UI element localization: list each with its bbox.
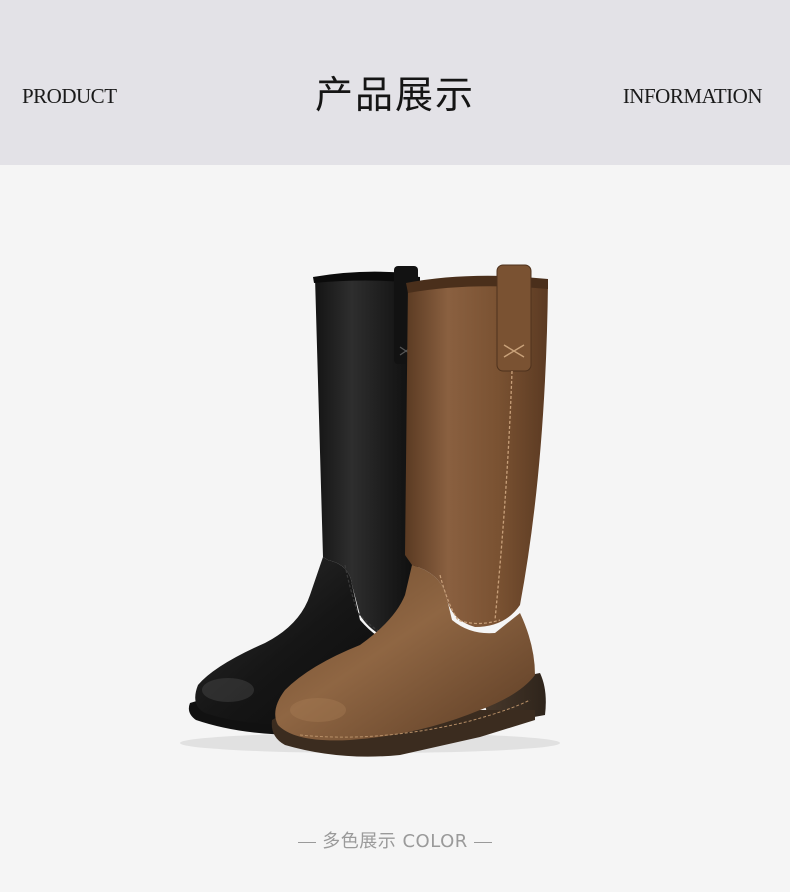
brown-boot-pull-tab <box>496 264 532 372</box>
caption-text: 多色展示 COLOR <box>322 831 468 852</box>
page-header: PRODUCT 产品展示 INFORMATION <box>0 0 790 165</box>
header-right-text: INFORMATION <box>622 84 763 108</box>
color-caption: 多色展示 COLOR <box>0 827 790 853</box>
boots-product-image <box>180 264 560 757</box>
caption-dash-right <box>473 841 492 843</box>
caption-dash-left <box>298 841 317 843</box>
product-photo-area <box>0 165 790 892</box>
brown-boot <box>271 264 548 757</box>
